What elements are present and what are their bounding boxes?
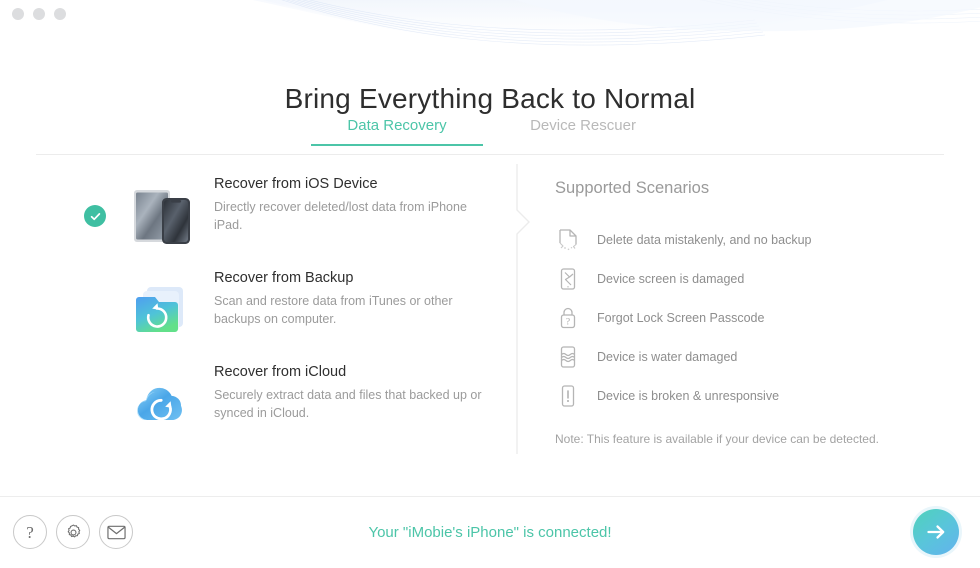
recovery-mode-ios-device[interactable]: Recover from iOS Device Directly recover… <box>0 176 505 266</box>
tab-bar: Data Recovery Device Rescuer <box>36 117 944 155</box>
settings-button[interactable] <box>56 515 90 549</box>
bottom-bar: ? Your "iMobie's iPhone" is connected! <box>0 496 980 568</box>
svg-text:?: ? <box>566 317 570 327</box>
supported-scenarios-panel: Supported Scenarios Delete data mistaken… <box>555 156 955 446</box>
scenario-item-deleted-no-backup: Delete data mistakenly, and no backup <box>555 220 955 259</box>
zoom-button[interactable] <box>54 8 66 20</box>
arrow-right-icon <box>910 506 962 558</box>
scenarios-heading: Supported Scenarios <box>555 179 710 197</box>
help-icon: ? <box>26 522 34 542</box>
lock-question-icon: ? <box>555 305 581 331</box>
ipad-iphone-icon <box>131 184 197 250</box>
window-controls <box>12 8 66 20</box>
close-button[interactable] <box>12 8 24 20</box>
scenario-label: Forgot Lock Screen Passcode <box>597 310 765 325</box>
scenario-item-water-damaged: Device is water damaged <box>555 337 955 376</box>
recovery-mode-description: Directly recover deleted/lost data from … <box>214 200 467 232</box>
exclamation-device-icon <box>555 383 581 409</box>
mail-button[interactable] <box>99 515 133 549</box>
scenario-label: Device screen is damaged <box>597 271 745 286</box>
mail-icon <box>106 525 126 539</box>
recovery-mode-text: Recover from Backup Scan and restore dat… <box>214 270 494 328</box>
recovery-mode-text: Recover from iCloud Securely extract dat… <box>214 364 494 422</box>
backup-folder-icon <box>131 278 197 344</box>
panel-divider-chevron <box>516 164 530 454</box>
page-title: Bring Everything Back to Normal <box>284 82 696 114</box>
water-damage-icon <box>555 344 581 370</box>
scenario-item-forgot-passcode: ? Forgot Lock Screen Passcode <box>555 298 955 337</box>
recovery-mode-description: Securely extract data and files that bac… <box>214 388 482 420</box>
recovery-mode-title: Recover from iCloud <box>214 364 347 380</box>
titlebar <box>0 0 980 34</box>
next-button[interactable] <box>909 505 963 559</box>
recovery-mode-title: Recover from Backup <box>214 270 354 286</box>
scenario-label: Device is water damaged <box>597 349 738 364</box>
tab-data-recovery[interactable]: Data Recovery <box>311 117 483 146</box>
recovery-mode-description: Scan and restore data from iTunes or oth… <box>214 294 453 326</box>
scenario-list: Delete data mistakenly, and no backup De… <box>555 220 955 415</box>
gear-icon <box>67 524 80 537</box>
scenarios-note: Note: This feature is available if your … <box>555 432 879 446</box>
connection-status: Your "iMobie's iPhone" is connected! <box>368 524 612 541</box>
main-content: Recover from iOS Device Directly recover… <box>0 156 980 497</box>
scenario-label: Device is broken & unresponsive <box>597 388 780 403</box>
recovery-mode-backup[interactable]: Recover from Backup Scan and restore dat… <box>0 270 505 360</box>
recovery-mode-title: Recover from iOS Device <box>214 176 378 192</box>
tab-device-rescuer[interactable]: Device Rescuer <box>497 117 669 145</box>
recovery-mode-text: Recover from iOS Device Directly recover… <box>214 176 494 234</box>
cracked-screen-icon <box>555 266 581 292</box>
scenario-item-screen-damaged: Device screen is damaged <box>555 259 955 298</box>
minimize-button[interactable] <box>33 8 45 20</box>
help-button[interactable]: ? <box>13 515 47 549</box>
torn-document-icon <box>555 227 581 253</box>
icloud-restore-icon <box>131 372 197 438</box>
selected-check-icon <box>84 205 106 227</box>
app-window: Bring Everything Back to Normal Data Rec… <box>0 0 980 568</box>
scenario-label: Delete data mistakenly, and no backup <box>597 232 812 247</box>
recovery-mode-icloud[interactable]: Recover from iCloud Securely extract dat… <box>0 364 505 454</box>
recovery-mode-list: Recover from iOS Device Directly recover… <box>0 156 505 497</box>
scenario-item-broken-unresponsive: Device is broken & unresponsive <box>555 376 955 415</box>
